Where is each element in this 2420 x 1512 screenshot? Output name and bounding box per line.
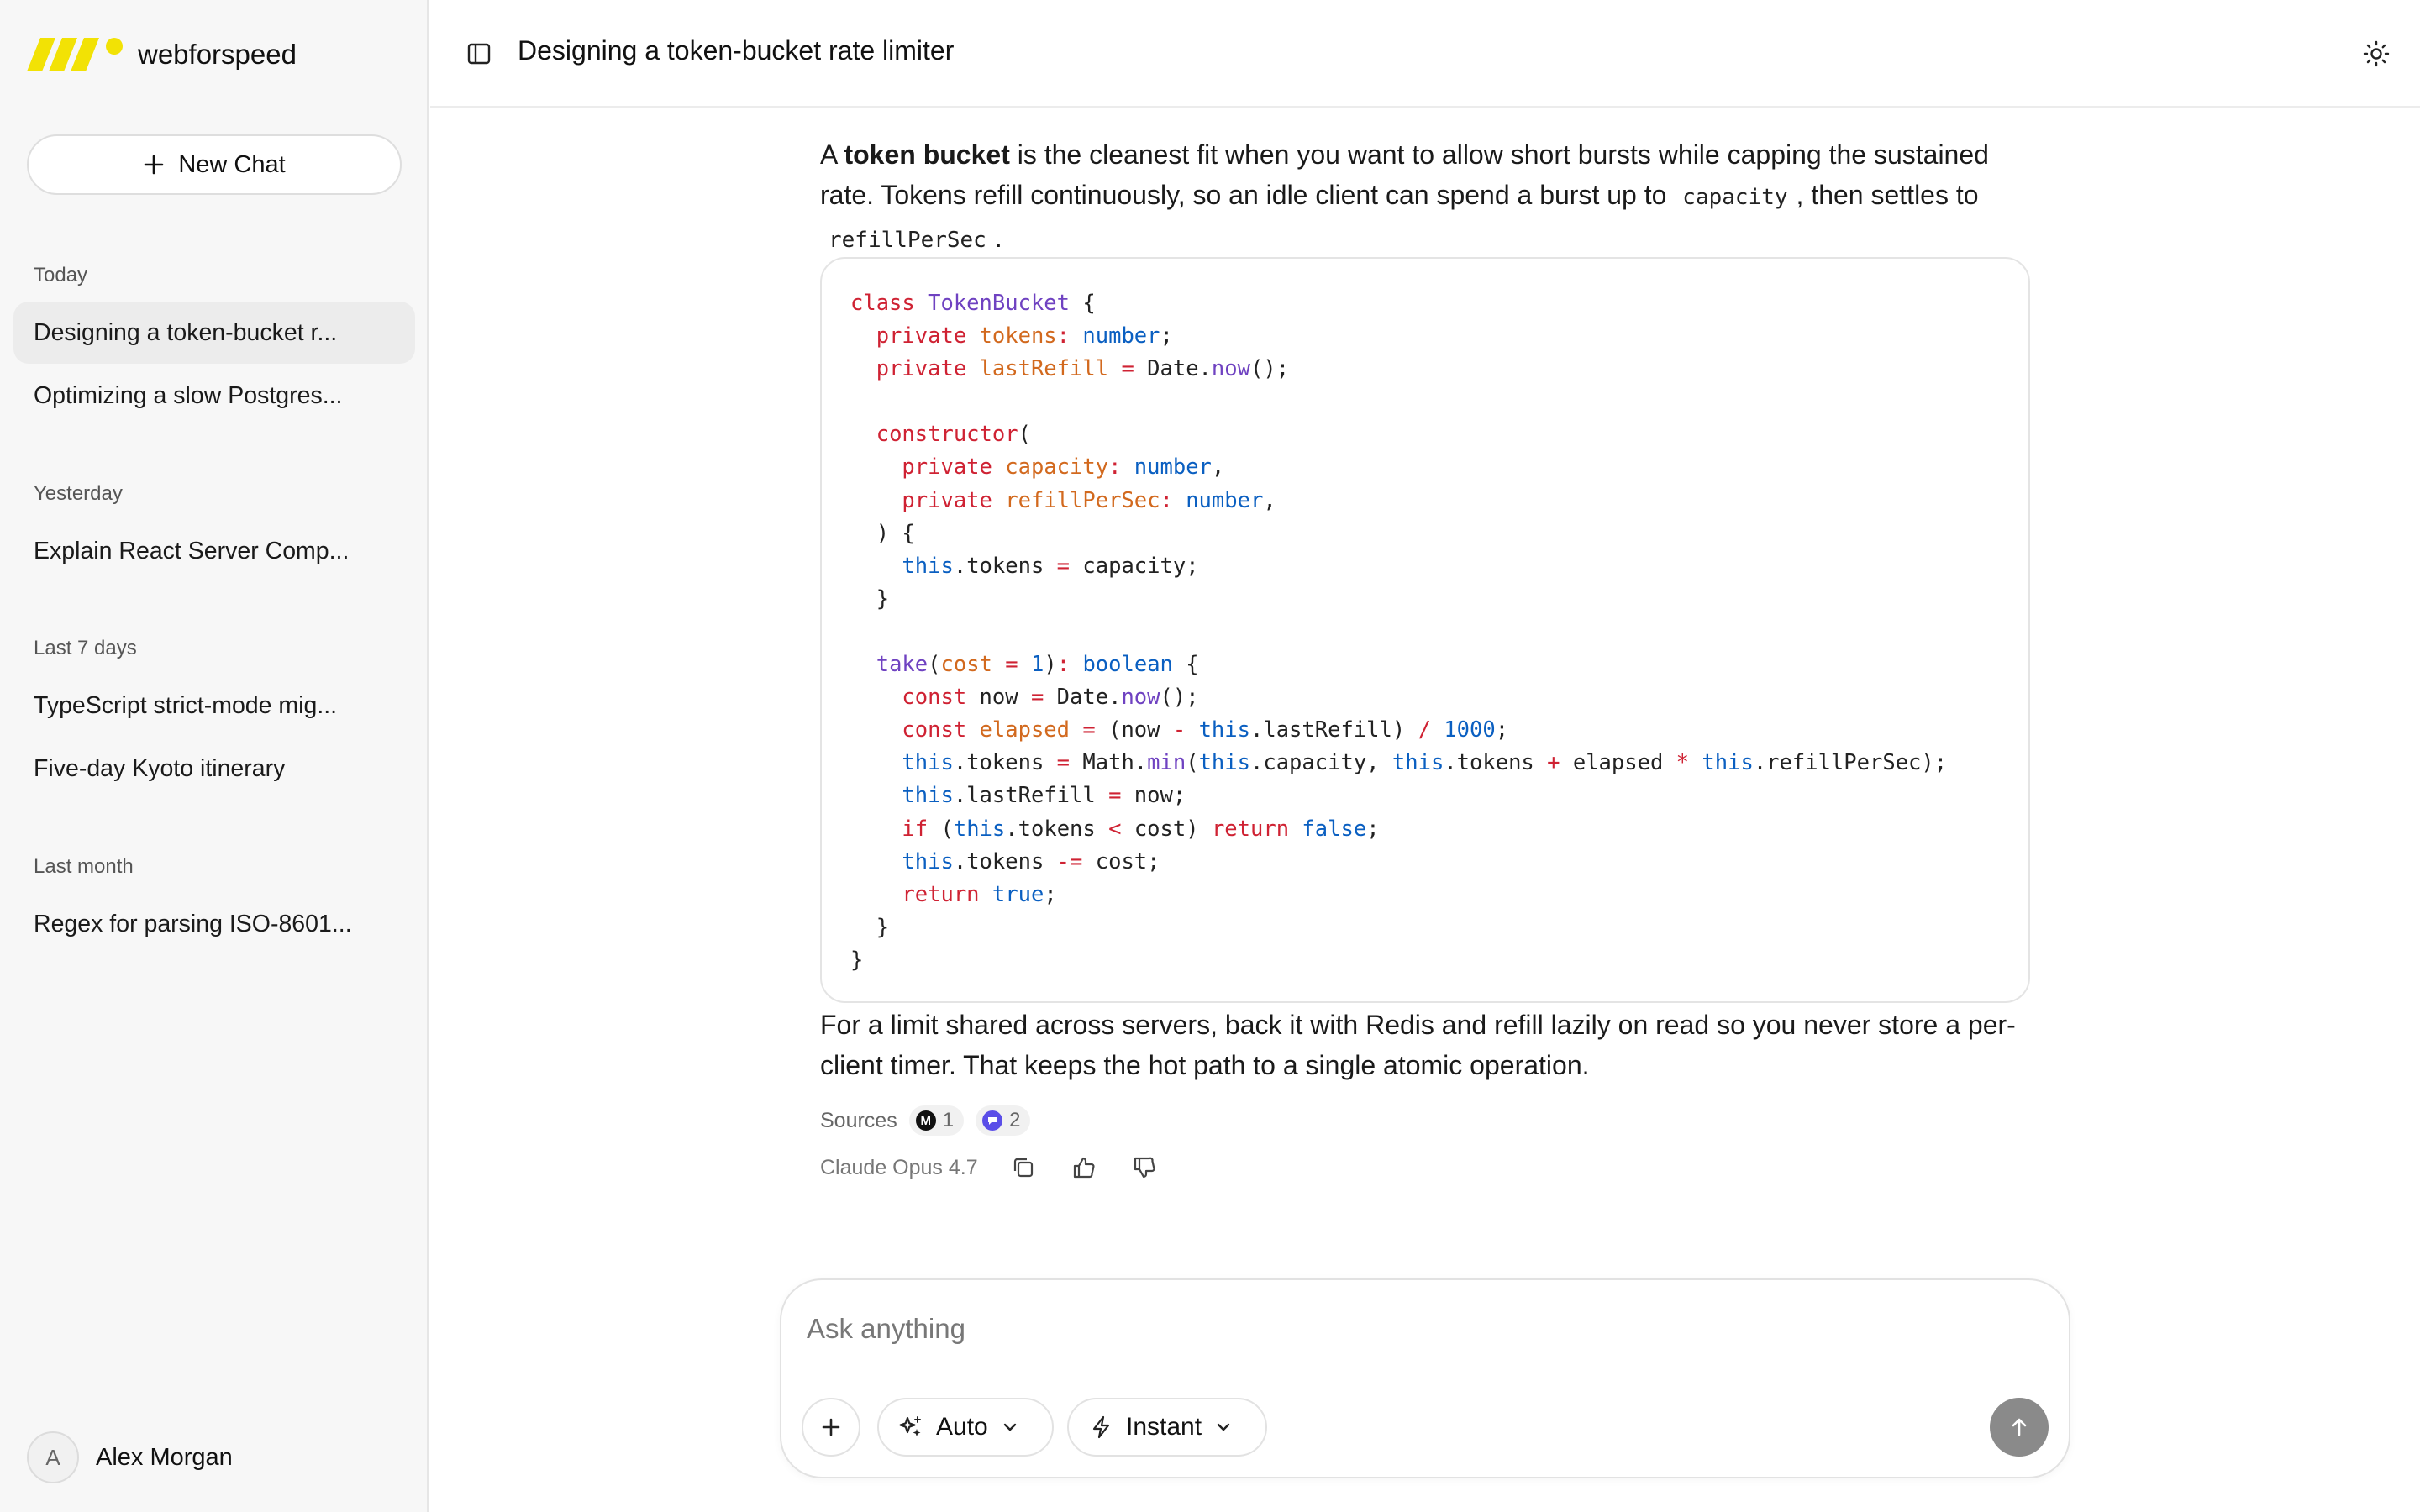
code-block: class TokenBucket { private tokens: numb… [820,257,2030,1003]
model-label: Claude Opus 4.7 [820,1155,978,1179]
sidebar: webforspeed New Chat Today Designing a t… [0,0,429,1512]
speed-label: Instant [1126,1413,1202,1441]
group-label-today: Today [34,264,88,286]
sun-icon [2363,40,2390,67]
text-run: A [820,139,844,170]
speed-select[interactable]: Instant [1067,1398,1267,1457]
sources-row: Sources M 1 2 [820,1105,1031,1136]
bold-text: token bucket [844,139,1010,170]
source-count: 1 [942,1109,955,1131]
chat-item[interactable]: Optimizing a slow Postgres... [13,365,415,427]
group-label-last-month: Last month [34,855,134,878]
new-chat-button[interactable]: New Chat [27,134,402,195]
assistant-message-continued: For a limit shared across servers, back … [820,1005,2030,1085]
inline-code: refillPerSec [829,228,986,253]
brand-logo-icon [27,38,123,71]
plus-icon [822,1418,840,1436]
sparkle-icon [899,1416,921,1436]
brand[interactable]: webforspeed [27,34,297,76]
chat-header: Designing a token-bucket rate limiter [430,0,2420,108]
chevron-down-icon [1003,1423,1016,1431]
source-count: 2 [1009,1109,1021,1131]
text-run: , then settles to [1796,180,1979,210]
group-label-yesterday: Yesterday [34,482,123,505]
message-paragraph: A token bucket is the cleanest fit when … [820,134,2030,260]
chat-item[interactable]: TypeScript strict-mode mig... [13,675,415,737]
chat-item[interactable]: Regex for parsing ISO-8601... [13,893,415,955]
attach-button[interactable] [802,1398,860,1457]
chevron-down-icon [1217,1423,1230,1431]
page-title: Designing a token-bucket rate limiter [518,35,955,66]
m-logo-icon: M [915,1110,936,1131]
theme-toggle-button[interactable] [2360,37,2393,71]
plus-icon [143,154,165,176]
source-pill[interactable]: 2 [976,1105,1031,1136]
copy-icon [1013,1158,1033,1178]
send-button[interactable] [1990,1398,2049,1457]
avatar: A [27,1431,79,1483]
copy-button[interactable] [1008,1152,1039,1183]
message-footer: Claude Opus 4.7 [820,1151,1160,1184]
thumbs-down-icon [1134,1157,1155,1179]
thumbs-down-button[interactable] [1129,1152,1160,1183]
text-run: . [994,223,1002,253]
assistant-message: A token bucket is the cleanest fit when … [820,134,2030,260]
thumbs-up-button[interactable] [1069,1152,1099,1183]
chat-item[interactable]: Five-day Kyoto itinerary [13,738,415,800]
source-pill[interactable]: M 1 [908,1105,965,1136]
code-content: class TokenBucket { private tokens: numb… [850,291,1948,973]
chat-item-active[interactable]: Designing a token-bucket r... [13,302,415,364]
app-root: webforspeed New Chat Today Designing a t… [0,0,2420,1512]
mode-label: Auto [936,1413,988,1441]
lightning-icon [1092,1415,1110,1439]
new-chat-label: New Chat [178,150,286,178]
chat-item[interactable]: Explain React Server Comp... [13,520,415,582]
group-label-last-7-days: Last 7 days [34,637,137,659]
brand-name: webforspeed [138,39,297,70]
sidebar-toggle-icon [467,43,491,65]
message-input[interactable] [807,1304,2033,1354]
chat-bubble-icon [982,1110,1003,1131]
arrow-up-icon [2012,1418,2027,1436]
user-name: Alex Morgan [96,1443,233,1471]
sidebar-toggle-button[interactable] [462,37,496,71]
thumbs-up-icon [1073,1157,1095,1179]
user-profile[interactable]: A Alex Morgan [27,1431,233,1483]
composer: Auto Instant [780,1278,2070,1478]
mode-select[interactable]: Auto [877,1398,1054,1457]
sources-label: Sources [820,1108,897,1132]
message-paragraph: For a limit shared across servers, back … [820,1010,2016,1080]
inline-code: capacity [1682,185,1788,210]
